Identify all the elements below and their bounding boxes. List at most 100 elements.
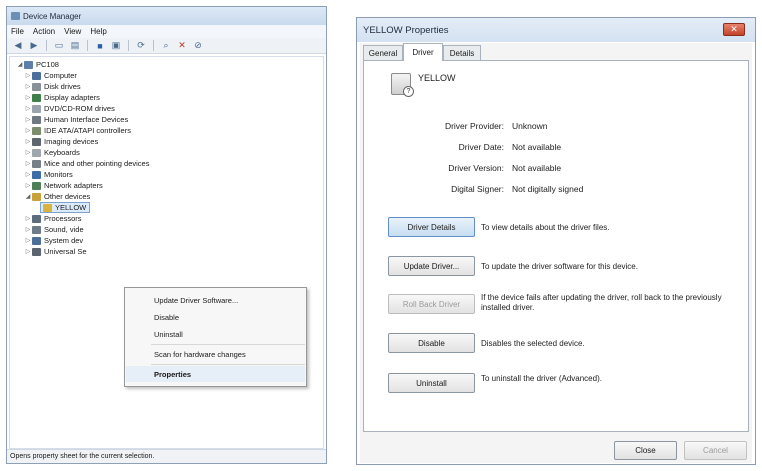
tree-item-ide-controllers[interactable]: ▷ IDE ATA/ATAPI controllers bbox=[24, 125, 131, 136]
expand-icon[interactable]: ▷ bbox=[24, 215, 32, 222]
warning-device-icon bbox=[32, 192, 41, 201]
close-button[interactable]: ✕ bbox=[723, 23, 745, 36]
menu-properties[interactable]: Properties bbox=[126, 366, 305, 382]
tree-item-label: Display adapters bbox=[44, 93, 100, 102]
close-dialog-button[interactable]: Close bbox=[614, 441, 677, 460]
tree-item-mice[interactable]: ▷ Mice and other pointing devices bbox=[24, 158, 150, 169]
properties-dialog: YELLOW Properties ✕ General Driver Detai… bbox=[356, 17, 756, 465]
expand-icon[interactable]: ▷ bbox=[24, 72, 32, 79]
uninstall-button[interactable]: Uninstall bbox=[388, 373, 475, 393]
toolbar-separator bbox=[87, 40, 88, 51]
tree-item-monitors[interactable]: ▷ Monitors bbox=[24, 169, 73, 180]
tree-item-label: Universal Se bbox=[44, 247, 87, 256]
expand-icon[interactable]: ▷ bbox=[24, 248, 32, 255]
disable-button[interactable]: Disable bbox=[388, 333, 475, 353]
tree-item-sound[interactable]: ▷ Sound, vide bbox=[24, 224, 84, 235]
network-adapter-icon bbox=[32, 181, 41, 190]
usb-icon bbox=[32, 247, 41, 256]
menu-file[interactable]: File bbox=[11, 27, 24, 36]
keyboard-icon bbox=[32, 148, 41, 157]
window-title: Device Manager bbox=[23, 11, 82, 21]
menu-help[interactable]: Help bbox=[90, 27, 106, 36]
tree-item-other-devices[interactable]: ◢ Other devices bbox=[24, 191, 91, 202]
tree-item-display-adapters[interactable]: ▷ Display adapters bbox=[24, 92, 100, 103]
cancel-button[interactable]: Cancel bbox=[684, 441, 747, 460]
collapse-icon[interactable]: ◢ bbox=[24, 193, 32, 200]
driver-provider-label: Driver Provider: bbox=[444, 121, 504, 131]
scan-hardware-icon[interactable]: ⌕ bbox=[159, 40, 173, 52]
expand-icon[interactable]: ▷ bbox=[24, 116, 32, 123]
tree-item-label: Monitors bbox=[44, 170, 73, 179]
hid-icon bbox=[32, 115, 41, 124]
expand-icon[interactable]: ▷ bbox=[24, 182, 32, 189]
toolbar-separator bbox=[153, 40, 154, 51]
tree-item-hid[interactable]: ▷ Human Interface Devices bbox=[24, 114, 129, 125]
tree-item-imaging-devices[interactable]: ▷ Imaging devices bbox=[24, 136, 99, 147]
roll-back-driver-desc: If the device fails after updating the d… bbox=[481, 293, 722, 312]
expand-icon[interactable]: ▷ bbox=[24, 160, 32, 167]
dialog-title-bar[interactable]: YELLOW Properties bbox=[357, 18, 755, 42]
tree-item-label: Computer bbox=[44, 71, 77, 80]
up-icon[interactable]: ▭ bbox=[52, 40, 66, 52]
menu-view[interactable]: View bbox=[64, 27, 81, 36]
properties-icon[interactable]: ■ bbox=[93, 40, 107, 52]
computer-icon bbox=[24, 60, 33, 69]
tree-root[interactable]: ◢ PC108 bbox=[16, 59, 59, 70]
expand-icon[interactable]: ▷ bbox=[24, 138, 32, 145]
expand-icon[interactable]: ▷ bbox=[24, 94, 32, 101]
tab-details[interactable]: Details bbox=[443, 45, 481, 60]
update-driver-icon[interactable]: ⟳ bbox=[134, 40, 148, 52]
device-manager-window: Device Manager File Action View Help ◀ ▶… bbox=[6, 6, 327, 464]
menu-update-driver[interactable]: Update Driver Software... bbox=[126, 292, 305, 308]
expand-icon[interactable]: ▷ bbox=[24, 237, 32, 244]
disable-icon[interactable]: ⊘ bbox=[191, 40, 205, 52]
display-adapter-icon bbox=[32, 93, 41, 102]
close-icon: ✕ bbox=[730, 24, 738, 34]
tree-item-label: Other devices bbox=[44, 192, 91, 201]
tree-item-label: DVD/CD-ROM drives bbox=[44, 104, 115, 113]
title-bar[interactable]: Device Manager bbox=[7, 7, 326, 25]
show-hide-icon[interactable]: ▤ bbox=[68, 40, 82, 52]
tab-driver[interactable]: Driver bbox=[403, 43, 443, 61]
ide-controller-icon bbox=[32, 126, 41, 135]
menu-scan-hardware[interactable]: Scan for hardware changes bbox=[126, 346, 305, 362]
tree-item-label: Human Interface Devices bbox=[44, 115, 129, 124]
expand-icon[interactable]: ▷ bbox=[24, 105, 32, 112]
driver-details-button[interactable]: Driver Details bbox=[388, 217, 475, 237]
back-arrow-icon[interactable]: ◀ bbox=[11, 40, 25, 52]
help-icon[interactable]: ▣ bbox=[109, 40, 123, 52]
collapse-icon[interactable]: ◢ bbox=[16, 61, 24, 68]
tree-item-label: System dev bbox=[44, 236, 84, 245]
roll-back-driver-button[interactable]: Roll Back Driver bbox=[388, 294, 475, 314]
expand-icon[interactable]: ▷ bbox=[24, 171, 32, 178]
tree-item-disk-drives[interactable]: ▷ Disk drives bbox=[24, 81, 81, 92]
tree-item-computer[interactable]: ▷ Computer bbox=[24, 70, 77, 81]
tree-item-network-adapters[interactable]: ▷ Network adapters bbox=[24, 180, 103, 191]
tree-item-usb[interactable]: ▷ Universal Se bbox=[24, 246, 87, 257]
tree-item-keyboards[interactable]: ▷ Keyboards bbox=[24, 147, 80, 158]
expand-icon[interactable]: ▷ bbox=[24, 226, 32, 233]
tree-item-yellow[interactable]: YELLOW bbox=[40, 202, 91, 213]
tree-item-label: YELLOW bbox=[55, 203, 87, 212]
tree-item-label: Processors bbox=[44, 214, 82, 223]
forward-arrow-icon[interactable]: ▶ bbox=[27, 40, 41, 52]
expand-icon[interactable]: ▷ bbox=[24, 127, 32, 134]
expand-icon[interactable]: ▷ bbox=[24, 149, 32, 156]
update-driver-button[interactable]: Update Driver... bbox=[388, 256, 475, 276]
uninstall-icon[interactable]: ✕ bbox=[175, 40, 189, 52]
disk-drive-icon bbox=[32, 82, 41, 91]
toolbar: ◀ ▶ ▭ ▤ ■ ▣ ⟳ ⌕ ✕ ⊘ bbox=[7, 38, 326, 54]
driver-version-value: Not available bbox=[512, 163, 562, 173]
device-tree[interactable]: ◢ PC108 ▷ Computer ▷ Disk drives ▷ Display … bbox=[9, 56, 324, 449]
menu-action[interactable]: Action bbox=[33, 27, 55, 36]
status-text: Opens property sheet for the current sel… bbox=[10, 453, 155, 460]
tree-item-processors[interactable]: ▷ Processors bbox=[24, 213, 82, 224]
tree-item-system-devices[interactable]: ▷ System dev bbox=[24, 235, 84, 246]
tree-item-dvd-drives[interactable]: ▷ DVD/CD-ROM drives bbox=[24, 103, 115, 114]
menu-disable[interactable]: Disable bbox=[126, 309, 305, 325]
menu-uninstall[interactable]: Uninstall bbox=[126, 326, 305, 342]
expand-icon[interactable]: ▷ bbox=[24, 83, 32, 90]
device-name: YELLOW bbox=[418, 73, 456, 83]
tab-general[interactable]: General bbox=[363, 45, 403, 60]
dvd-drive-icon bbox=[32, 104, 41, 113]
